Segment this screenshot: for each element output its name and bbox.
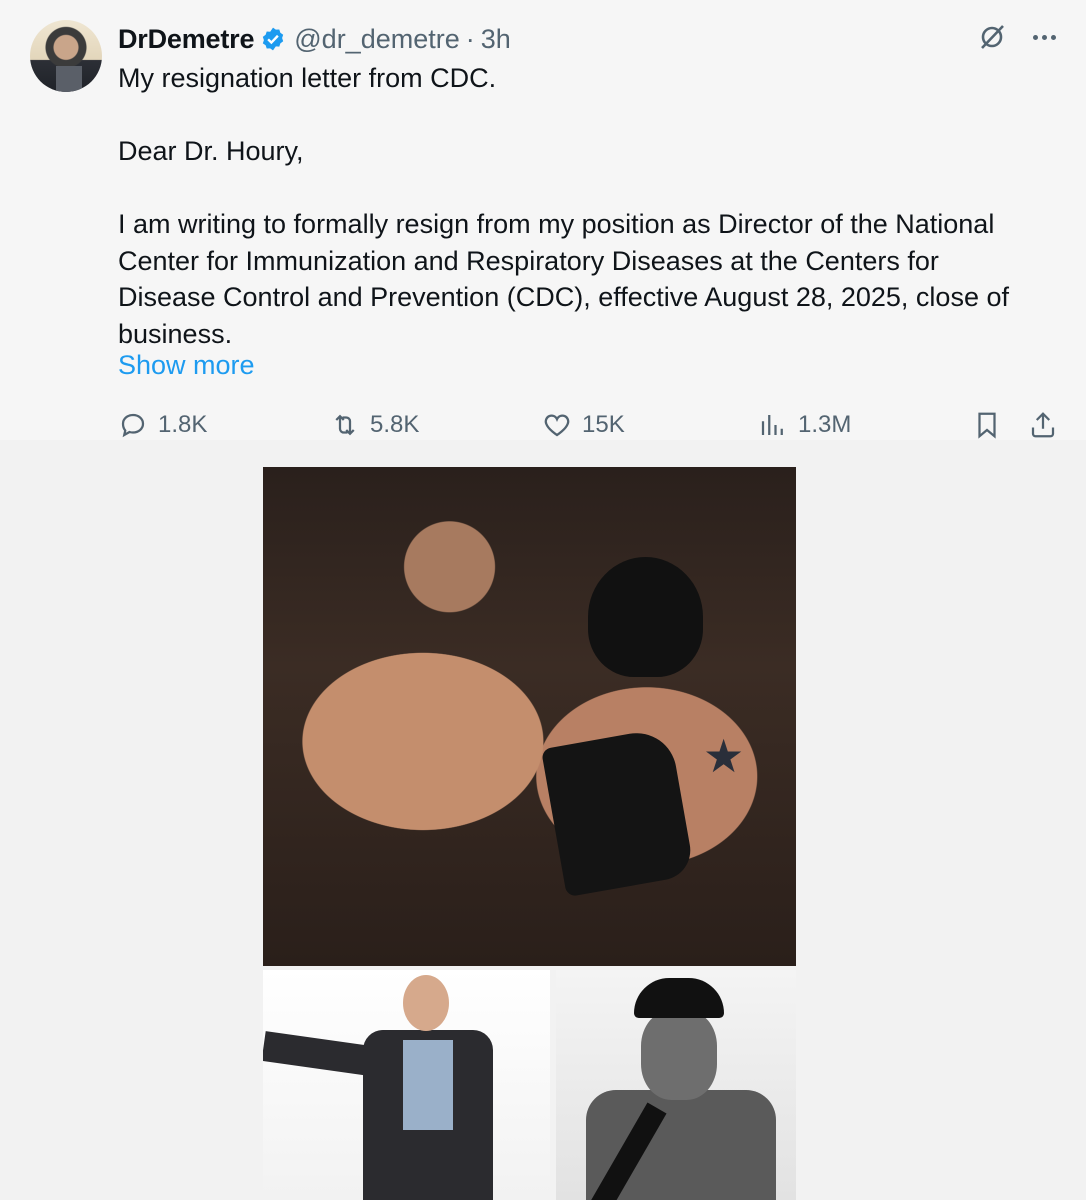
star-tattoo-icon: ★ [703,730,745,782]
share-icon [1031,412,1055,438]
like-button[interactable]: 15K [542,410,625,440]
tweet-text: My resignation letter from CDC. Dear Dr.… [118,63,1009,349]
more-icon[interactable] [1033,34,1056,40]
header-actions [977,22,1056,52]
avatar-podium [56,66,82,92]
photo-bottom-left[interactable] [263,970,550,1200]
repost-icon [335,414,355,436]
show-more-link[interactable]: Show more [118,350,255,381]
views-chart-icon [761,415,783,435]
share-button[interactable] [1028,410,1068,440]
separator-dot: · [465,23,475,54]
bookmark-button[interactable] [972,410,1012,440]
tweet-card[interactable]: DrDemetre @dr_demetre · 3h My resignatio… [0,0,1086,440]
bookmark-icon [978,412,996,439]
reply-count: 1.8K [158,411,208,438]
reply-icon [121,413,145,438]
repost-count: 5.8K [370,411,420,438]
photo-face-shape [641,1010,717,1100]
grok-icon[interactable] [977,22,1007,52]
views-count: 1.3M [798,411,852,438]
photo-shirt-shape [403,1040,453,1130]
photo-hood-shape [588,557,703,677]
photo-cap-shape [634,978,724,1018]
photo-main[interactable]: ★ [263,467,796,966]
photo-harness-shape [540,726,696,898]
avatar[interactable] [30,20,102,92]
author-name[interactable]: DrDemetre [118,24,254,55]
attached-photo-collage[interactable]: ★ [263,467,796,1200]
tweet-time[interactable]: 3h [481,24,511,55]
reply-button[interactable]: 1.8K [118,410,207,440]
photo-bottom-right[interactable] [556,970,796,1200]
author-handle[interactable]: @dr_demetre [294,24,459,55]
tweet-actions: 1.8K 5.8K 15K 1.3M [118,410,1058,450]
like-count: 15K [582,411,625,438]
tweet-header: DrDemetre @dr_demetre · 3h [118,22,511,56]
views-button[interactable]: 1.3M [758,410,851,440]
verified-badge-icon [263,27,284,51]
repost-button[interactable]: 5.8K [330,410,419,440]
heart-icon [544,414,570,437]
photo-head-shape [403,975,449,1031]
